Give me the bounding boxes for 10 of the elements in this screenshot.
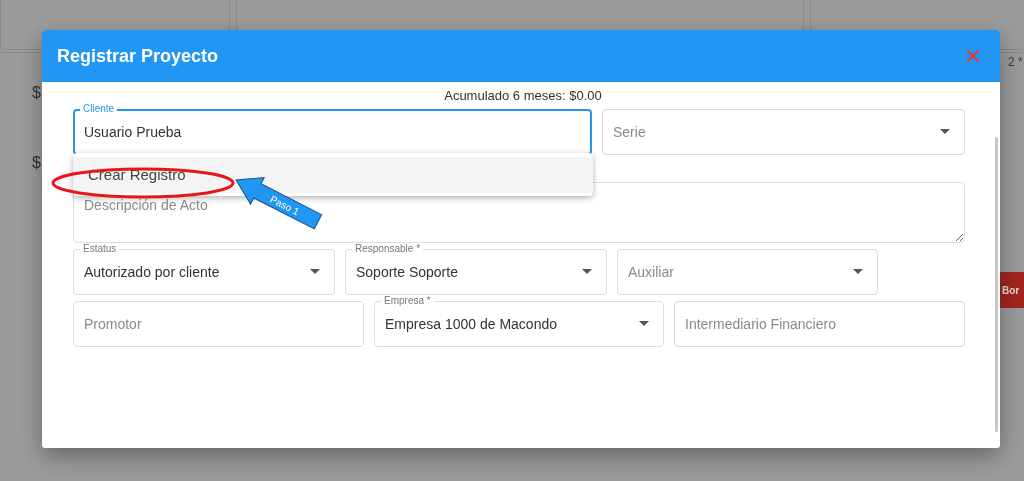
dialog-title: Registrar Proyecto xyxy=(57,45,219,67)
field-label: Cliente xyxy=(80,103,118,115)
summary-text: Acumulado 6 meses: $0.00 xyxy=(444,88,602,103)
field-label: Empresa * xyxy=(381,295,434,307)
field-label: Estatus xyxy=(80,243,120,255)
field-label: Responsable * xyxy=(352,243,424,255)
amount-text: $ xyxy=(32,154,41,172)
amount-text: $ xyxy=(32,84,41,102)
column-label: 2 * xyxy=(1008,55,1023,69)
step-label: Paso 1 xyxy=(268,193,302,218)
